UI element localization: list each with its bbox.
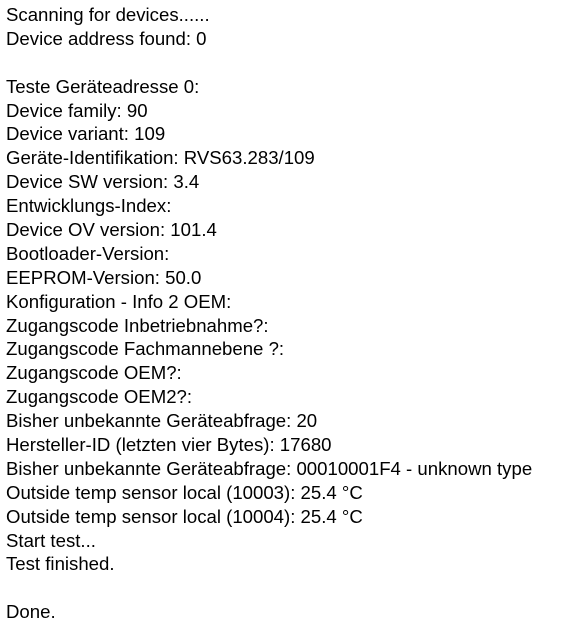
log-line-access-code-commissioning: Zugangscode Inbetriebnahme?: (6, 314, 269, 336)
log-line-access-code-oem2: Zugangscode OEM2?: (6, 386, 193, 408)
log-line-test-finished: Test finished. (6, 553, 115, 575)
log-line-blank (6, 576, 582, 600)
log-line-ov-version: Device OV version: 101.4 (6, 219, 217, 241)
log-line-outside-temp-10004: Outside temp sensor local (10004): 25.4 … (6, 505, 363, 527)
log-line-configuration-info: Konfiguration - Info 2 OEM: (6, 290, 232, 312)
log-line-address-found: Device address found: 0 (6, 27, 207, 49)
log-line-done: Done. (6, 601, 56, 623)
log-line-test-address: Teste Geräteadresse 0: (6, 75, 200, 97)
log-line-blank (6, 51, 582, 75)
log-line-access-code-oem: Zugangscode OEM?: (6, 362, 182, 384)
log-line-outside-temp-10003: Outside temp sensor local (10003): 25.4 … (6, 481, 363, 503)
log-line-access-code-specialist: Zugangscode Fachmannebene ?: (6, 338, 285, 360)
serial-output-log: Scanning for devices...... Device addres… (6, 3, 582, 624)
log-line-development-index: Entwicklungs-Index: (6, 195, 172, 217)
log-line-eeprom-version: EEPROM-Version: 50.0 (6, 266, 202, 288)
log-line-unknown-query-1: Bisher unbekannte Geräteabfrage: 20 (6, 410, 318, 432)
log-line-scanning: Scanning for devices...... (6, 4, 210, 25)
log-line-unknown-query-2: Bisher unbekannte Geräteabfrage: 0001000… (6, 457, 533, 479)
log-line-bootloader-version: Bootloader-Version: (6, 242, 170, 264)
log-line-manufacturer-id: Hersteller-ID (letzten vier Bytes): 1768… (6, 434, 332, 456)
log-line-sw-version: Device SW version: 3.4 (6, 171, 200, 193)
log-line-device-variant: Device variant: 109 (6, 123, 166, 145)
log-line-start-test: Start test... (6, 529, 96, 551)
log-line-device-family: Device family: 90 (6, 99, 148, 121)
log-line-device-identification: Geräte-Identifikation: RVS63.283/109 (6, 147, 315, 169)
